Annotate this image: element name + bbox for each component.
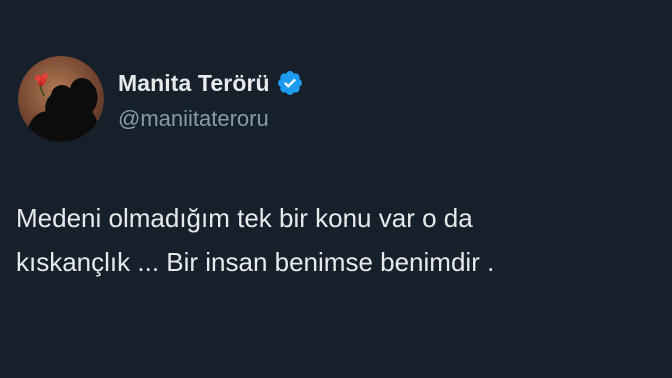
tweet-card: Manita Terörü @maniitateroru Medeni olma… <box>0 0 672 378</box>
tweet-text-line: Medeni olmadığım tek bir konu var o da <box>16 203 473 233</box>
avatar[interactable] <box>18 56 104 142</box>
tweet-text-line: kıskançlık ... Bir insan benimse benimdi… <box>16 247 495 277</box>
verified-badge-icon <box>276 69 304 97</box>
tweet-text: Medeni olmadığım tek bir konu var o da k… <box>16 196 656 284</box>
display-name[interactable]: Manita Terörü <box>118 70 270 97</box>
author-handle[interactable]: @maniitateroru <box>118 106 269 132</box>
author-name-row: Manita Terörü <box>118 68 304 98</box>
avatar-image <box>18 56 104 142</box>
